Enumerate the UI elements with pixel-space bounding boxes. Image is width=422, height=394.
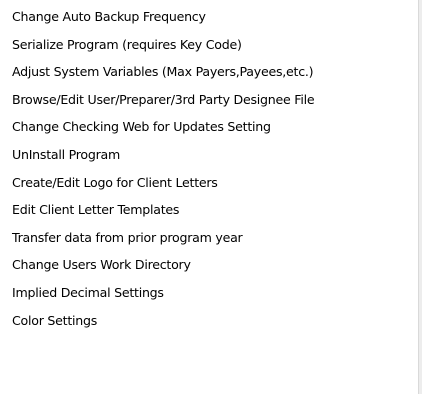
menu-item-edit-client-letter-templates[interactable]: Edit Client Letter Templates [0, 196, 422, 224]
menu-right-edge [418, 0, 422, 394]
menu-item-transfer-data-prior-year[interactable]: Transfer data from prior program year [0, 224, 422, 252]
menu-item-adjust-system-variables[interactable]: Adjust System Variables (Max Payers,Paye… [0, 58, 422, 86]
menu-item-uninstall-program[interactable]: UnInstall Program [0, 141, 422, 169]
menu-item-change-users-work-directory[interactable]: Change Users Work Directory [0, 251, 422, 279]
menu-item-browse-edit-user-file[interactable]: Browse/Edit User/Preparer/3rd Party Desi… [0, 86, 422, 114]
menu-item-implied-decimal-settings[interactable]: Implied Decimal Settings [0, 279, 422, 307]
menu-item-create-edit-logo[interactable]: Create/Edit Logo for Client Letters [0, 169, 422, 197]
menu-item-change-checking-web-updates[interactable]: Change Checking Web for Updates Setting [0, 113, 422, 141]
utilities-menu: Change Auto Backup Frequency Serialize P… [0, 0, 422, 394]
menu-item-change-auto-backup-frequency[interactable]: Change Auto Backup Frequency [0, 3, 422, 31]
menu-item-color-settings[interactable]: Color Settings [0, 307, 422, 335]
menu-item-serialize-program[interactable]: Serialize Program (requires Key Code) [0, 31, 422, 59]
